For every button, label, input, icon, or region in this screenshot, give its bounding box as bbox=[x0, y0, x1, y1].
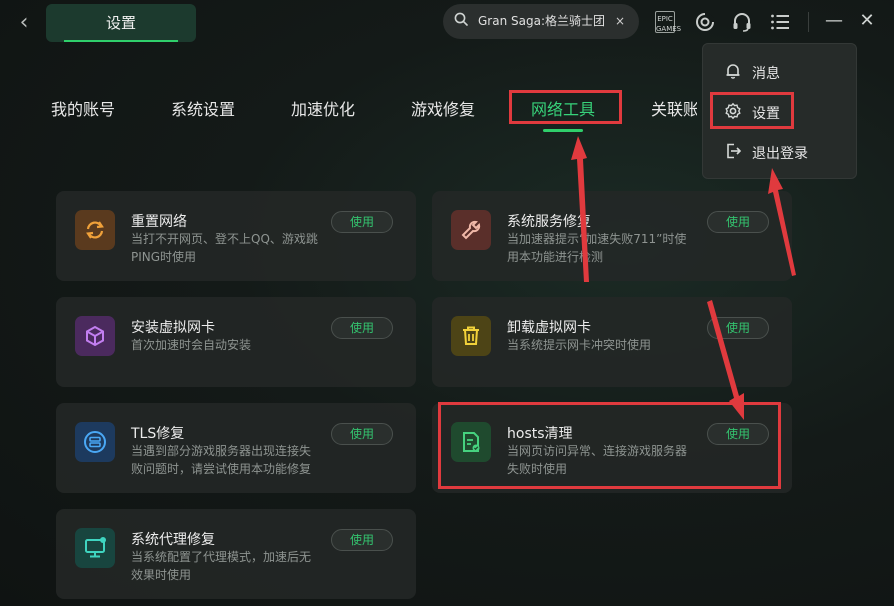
arrow-to-hosts-card bbox=[707, 300, 744, 420]
arrow-to-network-tab bbox=[571, 136, 589, 282]
annotation-arrows bbox=[571, 136, 796, 420]
arrow-to-settings-menu bbox=[768, 168, 796, 276]
